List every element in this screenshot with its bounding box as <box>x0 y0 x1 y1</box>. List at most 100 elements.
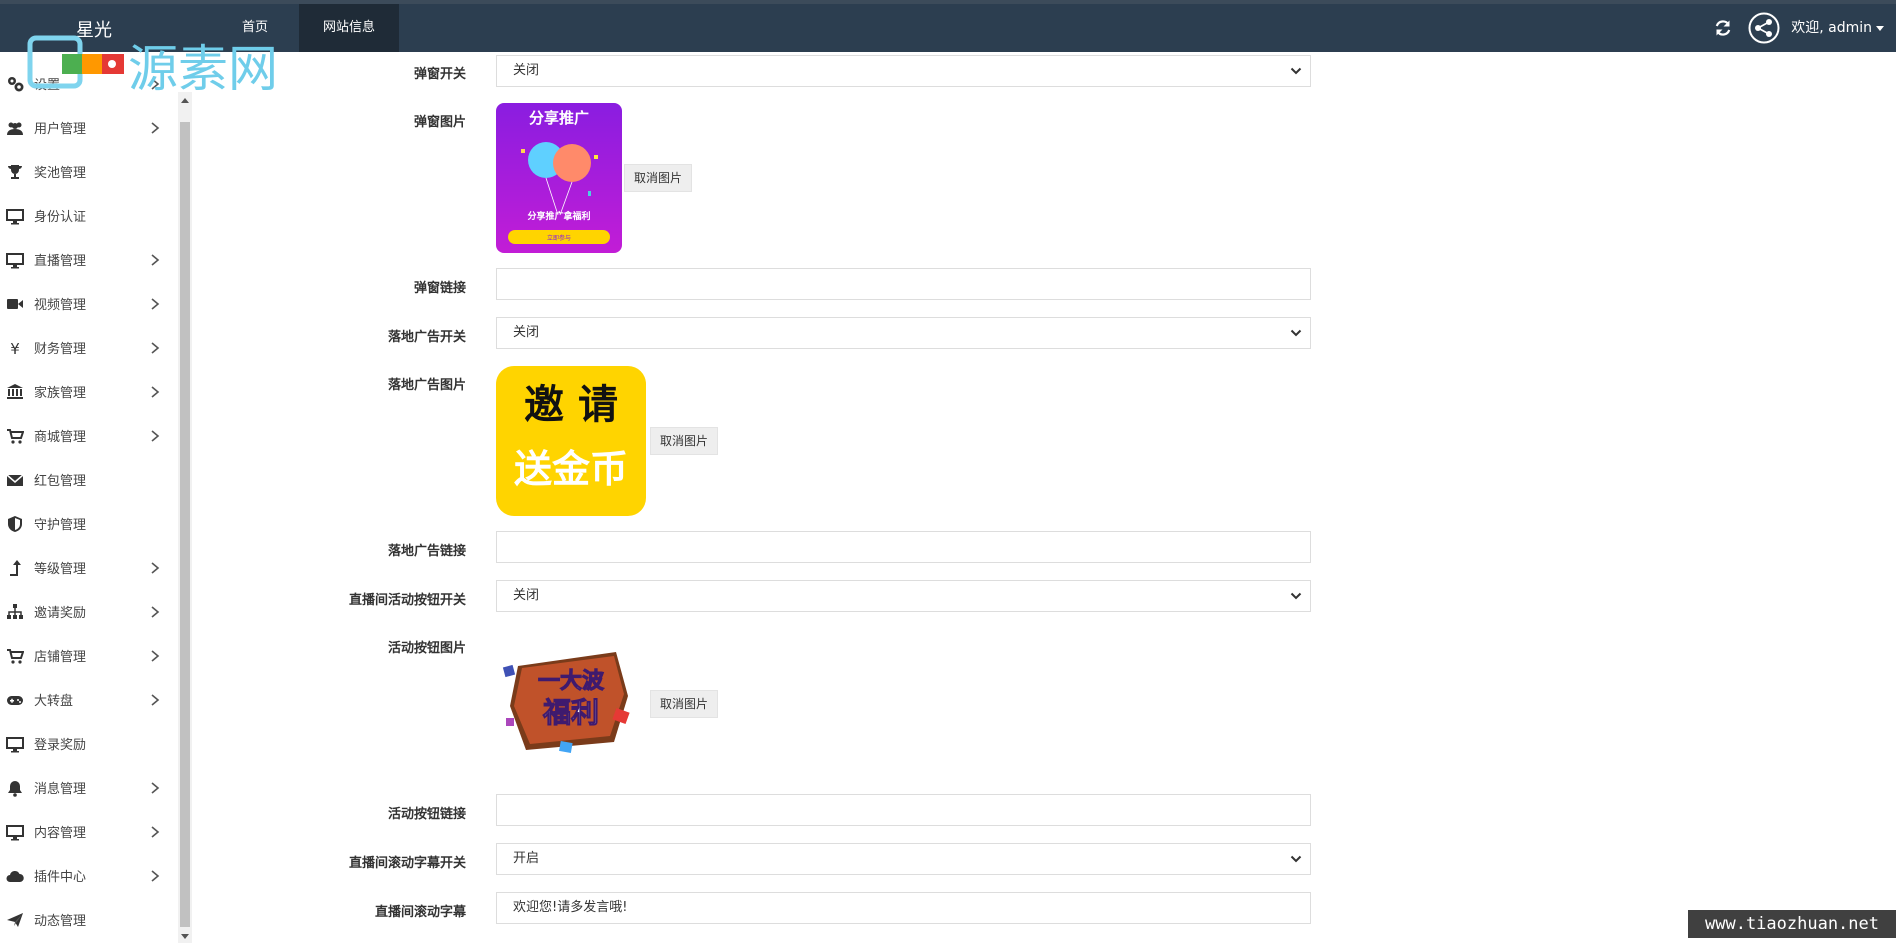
refresh-icon[interactable] <box>1713 18 1733 38</box>
svg-text:送金币: 送金币 <box>514 447 628 491</box>
landing-image-label: 落地广告图片 <box>387 378 466 393</box>
tab-site-info[interactable]: 网站信息 <box>299 4 399 52</box>
svg-text:分享推广: 分享推广 <box>529 109 589 127</box>
popup-image-preview: 分享推广 分享推广拿福利 立即参与 <box>496 103 622 253</box>
sidebar-item-label: 消息管理 <box>34 782 87 797</box>
sidebar-item[interactable]: ¥ 财务管理 <box>0 326 176 370</box>
activity-link-label: 活动按钮链接 <box>387 807 466 822</box>
sidebar-item[interactable]: 身份认证 <box>0 194 176 238</box>
sidebar-item-label: 邀请奖励 <box>34 606 87 621</box>
popup-switch-value: 关闭 <box>513 63 540 78</box>
sidebar-item-label: 视频管理 <box>34 298 87 313</box>
users-icon <box>7 122 23 135</box>
activity-switch-value: 关闭 <box>513 588 540 603</box>
bell-icon <box>8 781 22 797</box>
chevron-right-icon <box>151 386 160 398</box>
chevron-down-icon <box>1290 329 1302 337</box>
shield-icon <box>8 516 22 532</box>
sidebar-item-label: 家族管理 <box>34 386 87 401</box>
sidebar-item-label: 动态管理 <box>34 914 87 929</box>
sidebar-item-label: 财务管理 <box>34 342 87 357</box>
cart-icon <box>7 429 24 444</box>
chevron-right-icon <box>151 342 160 354</box>
chevron-right-icon <box>151 254 160 266</box>
bank-icon <box>7 384 23 399</box>
sidebar-item[interactable]: 大转盘 <box>0 678 176 722</box>
chevron-right-icon <box>151 782 160 794</box>
watermark-logo-text: 源素网 <box>128 40 278 94</box>
sidebar-item-label: 用户管理 <box>34 122 87 137</box>
activity-image-preview: 一大波 福利 <box>502 652 630 753</box>
sidebar-item-label: 店铺管理 <box>34 650 87 665</box>
sidebar-item[interactable]: 守护管理 <box>0 502 176 546</box>
gamepad-icon <box>7 696 23 705</box>
sidebar-item[interactable]: 店铺管理 <box>0 634 176 678</box>
sidebar-item-label: 登录奖励 <box>34 738 87 753</box>
sidebar-item[interactable]: 红包管理 <box>0 458 176 502</box>
chevron-right-icon <box>151 694 160 706</box>
sidebar-item[interactable]: 直播管理 <box>0 238 176 282</box>
popup-link-input[interactable] <box>496 268 1311 300</box>
svg-text:邀 请: 邀 请 <box>524 382 618 428</box>
scroll-down-icon[interactable] <box>180 931 190 941</box>
chevron-right-icon <box>151 870 160 882</box>
sidebar-item[interactable]: 视频管理 <box>0 282 176 326</box>
marquee-switch-label: 直播间滚动字幕开关 <box>348 856 466 871</box>
gears-icon <box>8 77 24 92</box>
watermark-logo: 源素网 <box>27 35 278 94</box>
sidebar-item[interactable]: 邀请奖励 <box>0 590 176 634</box>
activity-link-input[interactable] <box>496 794 1311 826</box>
activity-switch-select[interactable]: 关闭 <box>496 580 1311 612</box>
sidebar-item[interactable]: 奖池管理 <box>0 150 176 194</box>
sidebar-item[interactable]: 用户管理 <box>0 106 176 150</box>
cloud-icon <box>6 870 24 882</box>
sidebar-item-label: 等级管理 <box>34 562 87 577</box>
svg-text:一大波: 一大波 <box>538 669 605 694</box>
yen-icon: ¥ <box>10 340 20 357</box>
popup-image-cancel-button[interactable]: 取消图片 <box>624 164 693 192</box>
chevron-right-icon <box>151 562 160 574</box>
sidebar-item-label: 红包管理 <box>34 474 87 489</box>
chevron-down-icon <box>1290 855 1302 863</box>
popup-switch-select[interactable]: 关闭 <box>496 55 1311 87</box>
sidebar-scroll-thumb[interactable] <box>180 122 190 927</box>
svg-text:福利: 福利 <box>542 696 599 729</box>
welcome-text: 欢迎, admin <box>1791 20 1872 36</box>
landing-image-cancel-button[interactable]: 取消图片 <box>650 427 719 455</box>
scroll-up-icon[interactable] <box>180 96 190 106</box>
sidebar-item-label: 内容管理 <box>34 826 87 841</box>
sidebar-item[interactable]: 消息管理 <box>0 766 176 810</box>
popup-switch-label: 弹窗开关 <box>413 67 466 82</box>
sidebar-item[interactable]: 内容管理 <box>0 810 176 854</box>
sidebar-item[interactable]: 家族管理 <box>0 370 176 414</box>
chevron-right-icon <box>151 606 160 618</box>
sidebar-item-label: 守护管理 <box>34 518 87 533</box>
chevron-down-icon <box>1290 67 1302 75</box>
share-network-icon[interactable] <box>1748 12 1780 44</box>
landing-switch-select[interactable]: 关闭 <box>496 317 1311 349</box>
marquee-switch-select[interactable]: 开启 <box>496 843 1311 875</box>
sidebar-item[interactable]: 插件中心 <box>0 854 176 898</box>
landing-link-input[interactable] <box>496 531 1311 563</box>
marquee-switch-value: 开启 <box>513 851 540 866</box>
popup-image-label: 弹窗图片 <box>413 115 466 130</box>
chevron-right-icon <box>151 826 160 838</box>
sidebar-item-label: 奖池管理 <box>34 166 87 181</box>
sidebar-item[interactable]: 动态管理 <box>0 898 176 942</box>
landing-switch-value: 关闭 <box>513 325 540 340</box>
sidebar-item[interactable]: 登录奖励 <box>0 722 176 766</box>
svg-text:立即参与: 立即参与 <box>547 234 571 242</box>
user-menu[interactable]: 欢迎, admin <box>1791 4 1884 52</box>
monitor-icon <box>6 825 24 841</box>
cart-icon <box>7 649 24 664</box>
chevron-right-icon <box>151 430 160 442</box>
sidebar-item-label: 大转盘 <box>34 694 74 709</box>
activity-switch-label: 直播间活动按钮开关 <box>348 593 466 608</box>
activity-image-cancel-button[interactable]: 取消图片 <box>650 690 719 718</box>
monitor-icon <box>6 253 24 269</box>
caret-down-icon <box>1876 25 1884 31</box>
marquee-text-input[interactable]: 欢迎您!请多发言哦! <box>496 892 1311 924</box>
sidebar-item[interactable]: 等级管理 <box>0 546 176 590</box>
sidebar-item[interactable]: 商城管理 <box>0 414 176 458</box>
sidebar-item-label: 插件中心 <box>34 870 87 885</box>
